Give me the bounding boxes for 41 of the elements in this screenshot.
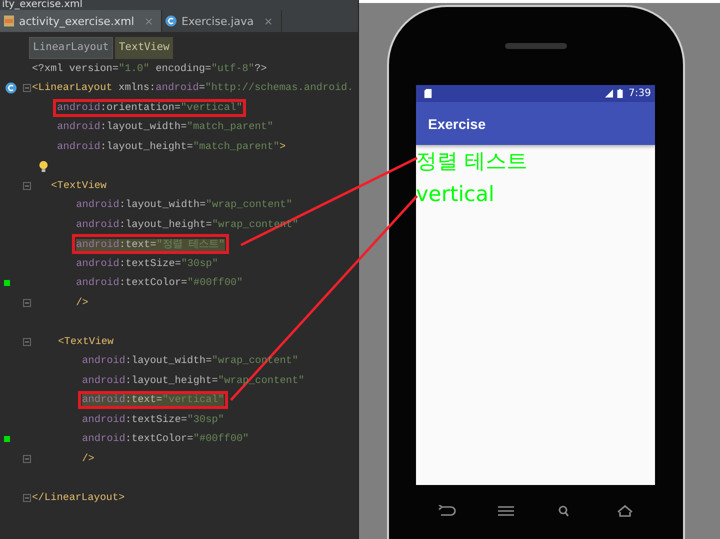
editor-tab[interactable]: activity_exercise.xml × [0,10,162,32]
code-line: <TextView [57,334,115,350]
lightbulb-icon[interactable] [38,160,49,173]
fold-icon[interactable] [23,494,31,502]
code-line: android:textColor="#00ff00" [75,276,244,292]
code-line: /> [81,452,96,467]
code-line: </LinearLayout> [31,490,126,506]
close-icon[interactable]: × [264,14,273,28]
class-icon [165,15,178,27]
menu-icon[interactable] [496,505,516,517]
xml-file-icon [3,15,15,27]
code-line: /> [75,296,90,311]
sd-card-icon [424,89,432,98]
status-time: 7:39 [628,88,651,99]
code-line: <LinearLayout xmlns:android="http://schemas.android. [31,81,354,96]
fold-icon[interactable] [23,298,31,307]
editor-tab[interactable]: Exercise.java × [162,10,282,32]
back-icon[interactable] [436,505,456,517]
breadcrumb[interactable]: LinearLayout [29,37,113,59]
code-line: android:layout_width="match_parent" [56,120,274,136]
code-line: <TextView [50,178,108,194]
text-view: 정렬 테스트 [416,148,528,175]
code-line: android:layout_height="match_parent"> [56,140,287,155]
fold-icon[interactable] [23,84,31,92]
code-line: android:textSize="30sp" [81,412,226,428]
code-line: android:textColor="#00ff00" [81,432,250,448]
color-swatch [4,280,10,286]
code-line: android:layout_width="wrap_content" [75,198,294,214]
class-icon [5,82,17,94]
text-view: vertical [416,181,494,208]
battery-icon [616,89,624,98]
fold-icon[interactable] [23,338,31,346]
app-title: Exercise [428,116,486,132]
home-icon[interactable] [615,505,636,517]
signal-icon [604,89,613,98]
breadcrumb[interactable]: TextView [114,37,174,59]
fold-icon[interactable] [23,454,31,463]
color-swatch [4,436,10,442]
code-line: <?xml version="1.0" encoding="utf-8"?> [31,62,268,77]
fold-icon[interactable] [23,182,31,190]
code-line: android:textSize="30sp" [75,256,220,272]
